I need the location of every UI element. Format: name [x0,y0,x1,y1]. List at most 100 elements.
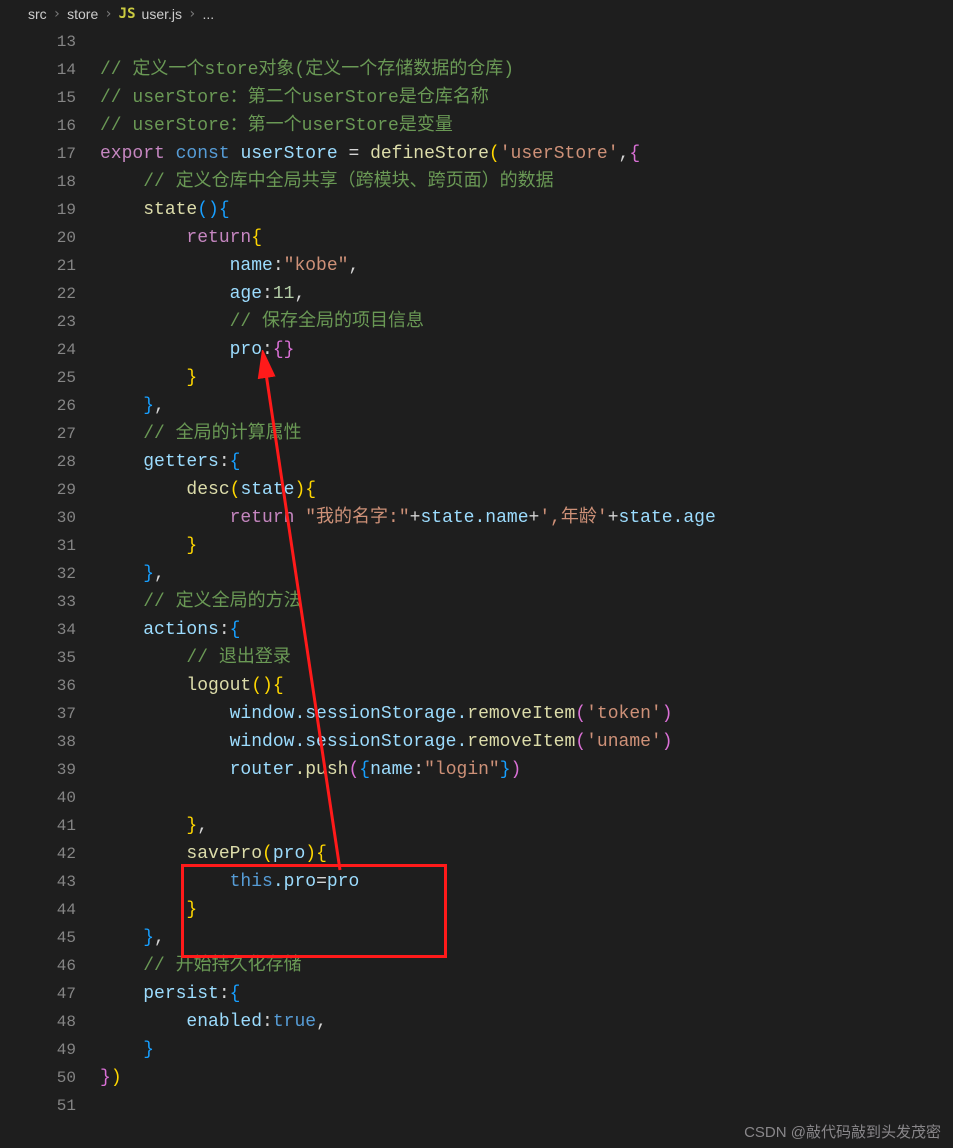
line-number: 26 [0,392,76,420]
property: persist [143,984,219,1004]
code-line[interactable]: age:11, [100,280,953,308]
comment: // 定义仓库中全局共享（跨模块、跨页面）的数据 [143,172,553,192]
line-number: 14 [0,56,76,84]
code-line[interactable]: }, [100,392,953,420]
comment: // 定义一个store对象(定义一个存储数据的仓库) [100,60,514,80]
chevron-right-icon: › [182,6,202,22]
breadcrumb[interactable]: src › store › JS user.js › ... [0,0,953,28]
breadcrumb-seg-store[interactable]: store [67,6,98,22]
code-area[interactable]: // 定义一个store对象(定义一个存储数据的仓库) // userStore… [100,28,953,1148]
code-line[interactable]: logout(){ [100,672,953,700]
line-number: 35 [0,644,76,672]
line-number: 29 [0,476,76,504]
code-line[interactable] [100,784,953,812]
code-line[interactable]: state(){ [100,196,953,224]
code-line[interactable]: // 退出登录 [100,644,953,672]
code-line[interactable]: router.push({name:"login"}) [100,756,953,784]
code-line[interactable]: } [100,364,953,392]
code-line[interactable]: persist:{ [100,980,953,1008]
line-number: 32 [0,560,76,588]
code-line[interactable]: }) [100,1064,953,1092]
variable: userStore [240,144,337,164]
breadcrumb-seg-more[interactable]: ... [202,6,214,22]
line-number: 23 [0,308,76,336]
code-line[interactable]: // 定义一个store对象(定义一个存储数据的仓库) [100,56,953,84]
code-editor[interactable]: 13 14 15 16 17 18 19 20 21 22 23 24 25 2… [0,28,953,1148]
variable: router [230,760,295,780]
property: .sessionStorage. [294,704,467,724]
property: actions [143,620,219,640]
string: "kobe" [284,256,349,276]
line-number: 25 [0,364,76,392]
code-line[interactable]: // 定义仓库中全局共享（跨模块、跨页面）的数据 [100,168,953,196]
code-line[interactable]: savePro(pro){ [100,840,953,868]
code-line[interactable]: // 开始持久化存储 [100,952,953,980]
code-line[interactable]: return "我的名字:"+state.name+',年龄'+state.ag… [100,504,953,532]
line-number: 13 [0,28,76,56]
method: removeItem [467,704,575,724]
line-number: 49 [0,1036,76,1064]
code-line[interactable]: // userStore：第二个userStore是仓库名称 [100,84,953,112]
variable: pro [327,872,359,892]
code-line[interactable]: actions:{ [100,616,953,644]
code-line[interactable]: } [100,1036,953,1064]
comment: // 保存全局的项目信息 [230,312,424,332]
chevron-right-icon: › [47,6,67,22]
code-line[interactable]: return{ [100,224,953,252]
line-number: 41 [0,812,76,840]
method: removeItem [467,732,575,752]
property: pro [230,340,262,360]
line-number: 37 [0,700,76,728]
property: age [230,284,262,304]
property: .pro [273,872,316,892]
operator: = [338,144,370,164]
keyword: export [100,144,165,164]
code-line[interactable]: window.sessionStorage.removeItem('uname'… [100,728,953,756]
method: logout [186,676,251,696]
property: getters [143,452,219,472]
code-line[interactable]: } [100,532,953,560]
comment: // userStore：第一个userStore是变量 [100,116,453,136]
code-line[interactable]: enabled:true, [100,1008,953,1036]
code-line[interactable] [100,1092,953,1120]
code-line[interactable]: }, [100,924,953,952]
variable: state [619,508,673,528]
code-line[interactable]: // userStore：第一个userStore是变量 [100,112,953,140]
string: ',年龄' [539,508,607,528]
code-line[interactable]: // 保存全局的项目信息 [100,308,953,336]
string: "login" [424,760,500,780]
code-line[interactable] [100,28,953,56]
line-number: 30 [0,504,76,532]
property: enabled [186,1012,262,1032]
code-line[interactable]: name:"kobe", [100,252,953,280]
code-line[interactable]: }, [100,812,953,840]
keyword: this [230,872,273,892]
line-number-gutter: 13 14 15 16 17 18 19 20 21 22 23 24 25 2… [0,28,100,1148]
breadcrumb-seg-src[interactable]: src [28,6,47,22]
code-line[interactable]: window.sessionStorage.removeItem('token'… [100,700,953,728]
line-number: 20 [0,224,76,252]
code-line[interactable]: getters:{ [100,448,953,476]
code-line[interactable]: // 定义全局的方法 [100,588,953,616]
line-number: 28 [0,448,76,476]
line-number: 43 [0,868,76,896]
line-number: 36 [0,672,76,700]
code-line[interactable]: }, [100,560,953,588]
comment: // 开始持久化存储 [143,956,301,976]
method: state [143,200,197,220]
code-line[interactable]: export const userStore = defineStore('us… [100,140,953,168]
variable: window [230,704,295,724]
line-number: 44 [0,896,76,924]
param: state [240,480,294,500]
code-line[interactable]: this.pro=pro [100,868,953,896]
keyword: return [230,508,295,528]
variable: window [230,732,295,752]
code-line[interactable]: // 全局的计算属性 [100,420,953,448]
code-line[interactable]: } [100,896,953,924]
breadcrumb-seg-file[interactable]: user.js [142,6,182,22]
boolean: true [273,1012,316,1032]
code-line[interactable]: pro:{} [100,336,953,364]
code-line[interactable]: desc(state){ [100,476,953,504]
line-number: 22 [0,280,76,308]
line-number: 46 [0,952,76,980]
